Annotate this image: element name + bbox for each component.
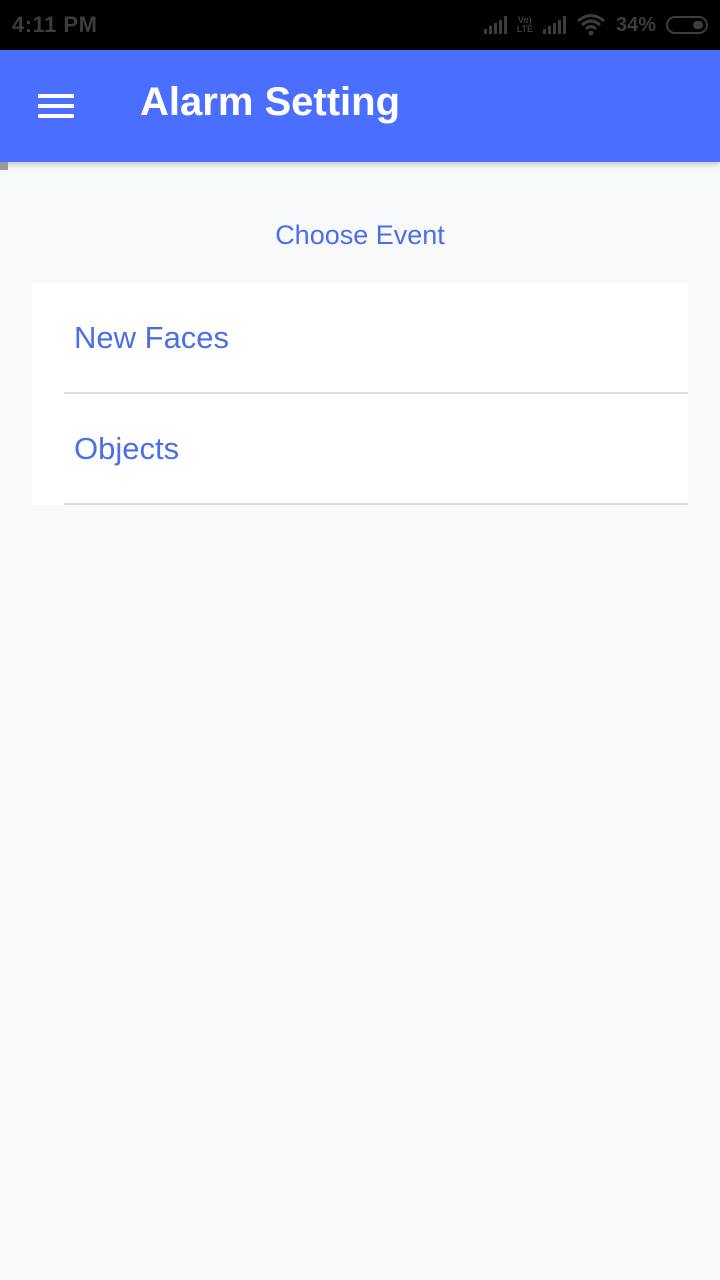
event-label: Objects <box>74 431 180 466</box>
status-time: 4:11 PM <box>12 12 98 37</box>
status-bar: 4:11 PM Vo) LTE 34% <box>0 0 720 50</box>
app-bar: Alarm Setting <box>0 50 720 162</box>
signal-icon <box>483 16 507 34</box>
battery-icon <box>666 16 708 34</box>
edge-marker <box>0 162 8 170</box>
volte-icon: Vo) LTE <box>517 16 533 34</box>
event-label: New Faces <box>74 320 230 355</box>
status-icons: Vo) LTE 34% <box>483 10 708 40</box>
signal-icon <box>542 16 566 34</box>
hamburger-menu-icon[interactable] <box>28 86 84 126</box>
page-title: Alarm Setting <box>140 80 401 124</box>
battery-percent: 34% <box>615 13 656 36</box>
event-list: New Faces Objects <box>32 283 688 505</box>
section-title: Choose Event <box>275 220 445 250</box>
event-item-new-faces[interactable]: New Faces <box>32 283 688 394</box>
volte-bottom-label: LTE <box>516 24 533 34</box>
wifi-icon <box>577 14 605 36</box>
event-item-objects[interactable]: Objects <box>32 394 688 505</box>
